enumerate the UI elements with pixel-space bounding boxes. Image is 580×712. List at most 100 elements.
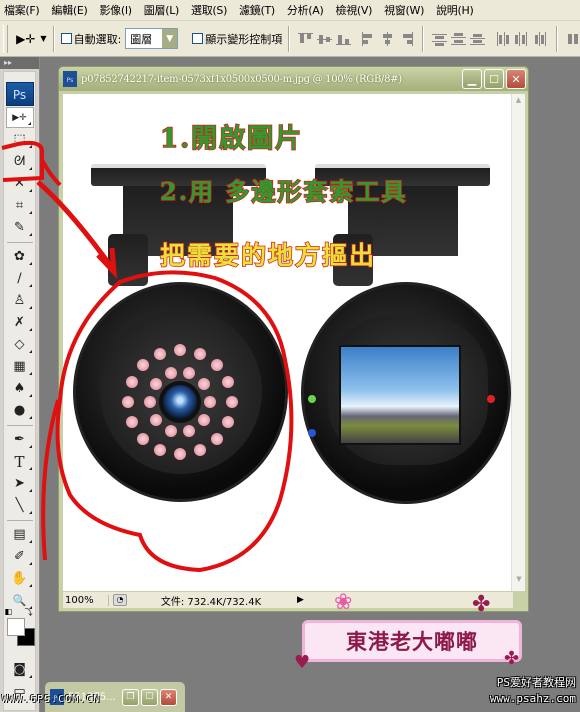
watermark-banner: 東港老大嘟嘟 bbox=[302, 620, 522, 662]
site-watermark-url: www.psahz.com bbox=[489, 692, 576, 705]
slice-tool-button[interactable]: ✎ bbox=[6, 217, 34, 238]
align-top-edges-icon[interactable] bbox=[298, 32, 314, 46]
eyedropper-tool-button[interactable]: ✐ bbox=[6, 546, 34, 567]
toolbox-separator bbox=[6, 520, 33, 521]
path-selection-tool-button[interactable]: ➤ bbox=[6, 473, 34, 494]
image-canvas[interactable]: 1.開啟圖片 2.用 多邊形套索工具 把需要的地方摳出 bbox=[63, 94, 511, 591]
quick-mask-button[interactable]: ◙ bbox=[6, 659, 34, 680]
scroll-up-icon[interactable]: ▲ bbox=[513, 96, 525, 108]
tool-preset-picker[interactable]: ▶✛ ▼ bbox=[16, 32, 46, 46]
vertical-scrollbar[interactable]: ▲ ▼ bbox=[511, 94, 525, 591]
crop-tool-button[interactable]: ⌗ bbox=[6, 195, 34, 216]
ir-led bbox=[149, 413, 162, 426]
document-titlebar[interactable]: Ps p07852742217-item-0573xf1x0500x0500-m… bbox=[59, 67, 528, 91]
swap-colors-icon[interactable]: ⤵ bbox=[25, 607, 33, 618]
distribute-top-icon[interactable] bbox=[432, 32, 448, 46]
zoom-level-field[interactable]: 100% bbox=[63, 594, 109, 606]
toolbox-separator bbox=[6, 425, 33, 426]
move-tool-button[interactable]: ▶✛ bbox=[5, 107, 34, 128]
distribute-right-icon[interactable] bbox=[533, 31, 548, 46]
instruction-step-2: 2.用 多邊形套索工具 bbox=[159, 176, 408, 207]
maximize-button[interactable]: ☐ bbox=[484, 69, 504, 89]
minimize-button[interactable]: ▁ bbox=[462, 69, 482, 89]
align-vertical-centers-icon[interactable] bbox=[317, 32, 333, 46]
lasso-tool-button[interactable]: ᘛ bbox=[6, 151, 34, 172]
menu-file[interactable]: 檔案(F) bbox=[4, 2, 40, 18]
healing-brush-tool-button[interactable]: ✿ bbox=[6, 246, 34, 267]
magic-wand-tool-button[interactable]: ✕ bbox=[6, 173, 34, 194]
distribute-horizontal-centers-icon[interactable] bbox=[514, 31, 529, 46]
menu-edit[interactable]: 編輯(E) bbox=[51, 2, 87, 18]
distribute-left-icon[interactable] bbox=[495, 31, 510, 46]
foreground-color-swatch[interactable] bbox=[6, 618, 25, 636]
menu-analysis[interactable]: 分析(A) bbox=[287, 2, 324, 18]
clone-stamp-tool-button[interactable]: ♙ bbox=[6, 290, 34, 311]
restore-button[interactable]: ❐ bbox=[122, 688, 139, 706]
green-indicator bbox=[308, 395, 316, 403]
separator bbox=[556, 25, 559, 52]
dodge-tool-button[interactable]: ● bbox=[6, 400, 34, 421]
options-bar-grip[interactable] bbox=[3, 24, 9, 53]
ir-led bbox=[183, 424, 196, 437]
gradient-tool-button[interactable]: ▦ bbox=[6, 356, 34, 377]
brush-tool-button[interactable]: ∕ bbox=[6, 268, 34, 289]
checkbox-box[interactable] bbox=[60, 33, 72, 44]
toolbox-collapse-button[interactable]: ▸▸ bbox=[0, 57, 39, 69]
hand-tool-button[interactable]: ✋ bbox=[6, 568, 34, 589]
menu-filter[interactable]: 濾鏡(T) bbox=[239, 2, 275, 18]
ir-led bbox=[149, 378, 162, 391]
dropdown-arrow-icon[interactable]: ▼ bbox=[162, 29, 178, 48]
pen-tool-button[interactable]: ✒ bbox=[6, 429, 34, 450]
auto-align-layers-icon[interactable] bbox=[566, 32, 579, 46]
marquee-tool-button[interactable]: ⬚ bbox=[6, 129, 34, 150]
document-window: Ps p07852742217-item-0573xf1x0500x0500-m… bbox=[58, 66, 529, 612]
type-tool-button[interactable]: T bbox=[6, 451, 34, 472]
auto-select-checkbox[interactable]: 自動選取: bbox=[60, 31, 122, 47]
align-bottom-edges-icon[interactable] bbox=[336, 32, 352, 46]
brush-icon: ∕ bbox=[17, 271, 22, 286]
marquee-icon: ⬚ bbox=[13, 132, 26, 147]
ir-led bbox=[210, 359, 223, 372]
show-transform-checkbox[interactable]: 顯示變形控制項 bbox=[192, 31, 282, 47]
menu-view[interactable]: 檢視(V) bbox=[336, 2, 373, 18]
distribute-buttons bbox=[430, 31, 550, 46]
checkbox-box[interactable] bbox=[192, 33, 204, 44]
magic-wand-icon: ✕ bbox=[14, 176, 25, 191]
history-brush-icon: ✗ bbox=[14, 315, 25, 330]
eraser-tool-button[interactable]: ◇ bbox=[6, 334, 34, 355]
menu-window[interactable]: 視窗(W) bbox=[384, 2, 424, 18]
align-left-edges-icon[interactable] bbox=[361, 31, 376, 46]
close-button[interactable]: ✕ bbox=[160, 688, 177, 706]
scroll-down-icon[interactable]: ▼ bbox=[513, 575, 525, 587]
status-info-icon[interactable]: ◔ bbox=[113, 594, 127, 606]
maximize-button[interactable]: ☐ bbox=[141, 688, 158, 706]
line-tool-button[interactable]: ╲ bbox=[6, 495, 34, 516]
auto-select-value: 圖層 bbox=[130, 32, 153, 46]
blur-tool-button[interactable]: ♠ bbox=[6, 378, 34, 399]
menu-image[interactable]: 影像(I) bbox=[99, 2, 132, 18]
history-brush-tool-button[interactable]: ✗ bbox=[6, 312, 34, 333]
notes-tool-button[interactable]: ▤ bbox=[6, 524, 34, 545]
healing-brush-icon: ✿ bbox=[14, 249, 25, 264]
ir-led bbox=[154, 347, 167, 360]
instruction-step-3: 把需要的地方摳出 bbox=[159, 240, 377, 271]
left-stroke bbox=[41, 399, 60, 561]
slice-icon: ✎ bbox=[14, 220, 25, 235]
menu-layer[interactable]: 圖層(L) bbox=[144, 2, 180, 18]
distribute-vertical-centers-icon[interactable] bbox=[451, 32, 467, 46]
menu-select[interactable]: 選取(S) bbox=[191, 2, 227, 18]
default-colors-icon[interactable]: ◧ bbox=[5, 607, 13, 616]
toolbox-separator bbox=[6, 242, 33, 243]
ir-led bbox=[174, 344, 186, 356]
camera-screen bbox=[339, 345, 461, 445]
auto-select-dropdown[interactable]: 圖層 ▼ bbox=[125, 28, 179, 49]
separator bbox=[288, 25, 291, 52]
align-horizontal-centers-icon[interactable] bbox=[380, 31, 395, 46]
auto-select-label: 自動選取: bbox=[73, 32, 122, 46]
distribute-bottom-icon[interactable] bbox=[470, 32, 486, 46]
close-button[interactable]: ✕ bbox=[506, 69, 526, 89]
flower-icon: ✤ bbox=[504, 648, 520, 669]
photoshop-logo[interactable]: Ps bbox=[5, 82, 34, 106]
align-right-edges-icon[interactable] bbox=[399, 31, 414, 46]
menu-help[interactable]: 說明(H) bbox=[436, 2, 474, 18]
